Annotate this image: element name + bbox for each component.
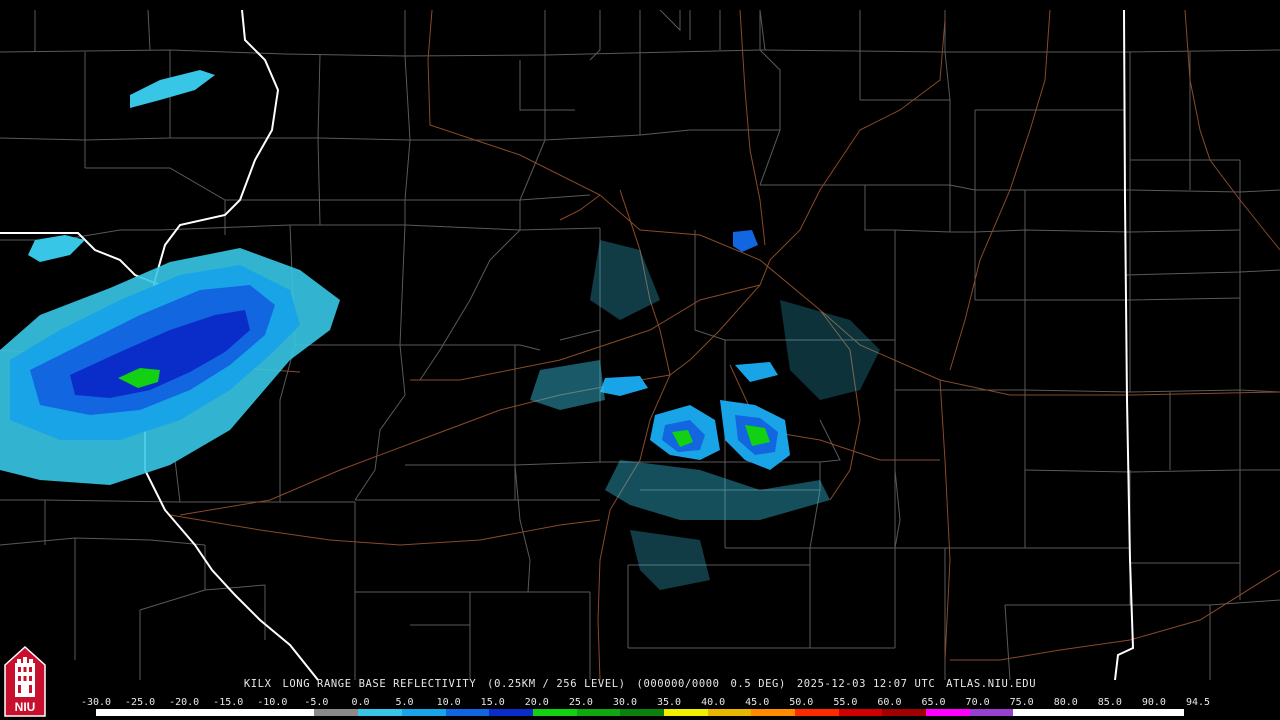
- colorbar-band: [489, 709, 533, 716]
- legend-tick-label: -30.0: [80, 697, 112, 708]
- colorbar-band: [620, 709, 664, 716]
- colorbar-band: [707, 709, 752, 716]
- station-id: KILX: [243, 678, 272, 690]
- vcp-label: (000000/0000: [636, 678, 720, 690]
- legend-tick-label: -25.0: [125, 697, 156, 708]
- legend-tick-label: 15.0: [480, 697, 505, 708]
- legend-tick-label: 45.0: [745, 697, 770, 708]
- legend-tick-label: -15.0: [213, 697, 244, 708]
- radar-map: [0, 9, 1280, 681]
- niu-logo: NIU: [4, 645, 46, 717]
- legend-tick-label: 5.0: [395, 697, 414, 708]
- legend-tick-label: -10.0: [257, 697, 288, 708]
- colorbar-band: [838, 709, 883, 716]
- legend-tick-label: 85.0: [1097, 697, 1122, 708]
- resolution-label: (0.25KM / 256 LEVEL): [487, 678, 626, 690]
- legend-tick-label: 75.0: [1009, 697, 1034, 708]
- legend-tick-label: 90.0: [1141, 697, 1166, 708]
- colorbar-band: [969, 709, 1014, 716]
- colorbar-band: [926, 709, 970, 716]
- logo-text: NIU: [15, 700, 36, 714]
- legend-tick-label: 30.0: [612, 697, 637, 708]
- radar-display: KILX LONG RANGE BASE REFLECTIVITY (0.25K…: [0, 0, 1280, 720]
- colorbar-band: [576, 709, 621, 716]
- legend-tick-labels: -30.0 -25.0 -20.0 -15.0 -10.0 -5.0 0.0 5.0 10.0 1…: [81, 697, 1210, 709]
- colorbar-band: [314, 709, 359, 716]
- central-echoes: [530, 230, 880, 590]
- colorbar-band: [358, 709, 402, 716]
- legend-tick-label: 10.0: [436, 697, 461, 708]
- colorbar-band: [401, 709, 446, 716]
- colorbar-band: [882, 709, 927, 716]
- reflectivity-echoes: [0, 70, 880, 590]
- colorbar-band: [795, 709, 839, 716]
- legend-tick-label: 60.0: [877, 697, 902, 708]
- tilt-label: 0.5 DEG): [730, 678, 786, 690]
- product-caption: KILX LONG RANGE BASE REFLECTIVITY (0.25K…: [0, 678, 1280, 690]
- legend-tick-label: 55.0: [833, 697, 858, 708]
- legend-tick-label: 0.0: [351, 697, 370, 708]
- legend-tick-label: 80.0: [1053, 697, 1078, 708]
- legend-tick-label: -5.0: [304, 697, 329, 708]
- legend-tick-label: 20.0: [524, 697, 549, 708]
- timestamp: 2025-12-03 12:07 UTC: [796, 678, 936, 690]
- legend-tick-label: 35.0: [656, 697, 682, 708]
- colorbar-band: [96, 709, 315, 716]
- legend-tick-label: 94.5: [1185, 697, 1211, 708]
- colorbar-band: [751, 709, 796, 716]
- legend-tick-label: 25.0: [568, 697, 593, 708]
- legend-tick-label: 50.0: [789, 697, 814, 708]
- colorbar-band: [445, 709, 490, 716]
- reflectivity-colorbar: [96, 709, 1184, 716]
- colorbar-band: [663, 709, 708, 716]
- source-label: ATLAS.NIU.EDU: [946, 678, 1037, 690]
- legend-tick-label: -20.0: [169, 697, 200, 708]
- legend-tick-label: 70.0: [965, 697, 990, 708]
- colorbar-band: [1013, 709, 1184, 716]
- legend-tick-label: 65.0: [921, 697, 946, 708]
- product-name: LONG RANGE BASE REFLECTIVITY: [282, 678, 477, 690]
- legend-tick-label: 40.0: [701, 697, 726, 708]
- colorbar-band: [532, 709, 577, 716]
